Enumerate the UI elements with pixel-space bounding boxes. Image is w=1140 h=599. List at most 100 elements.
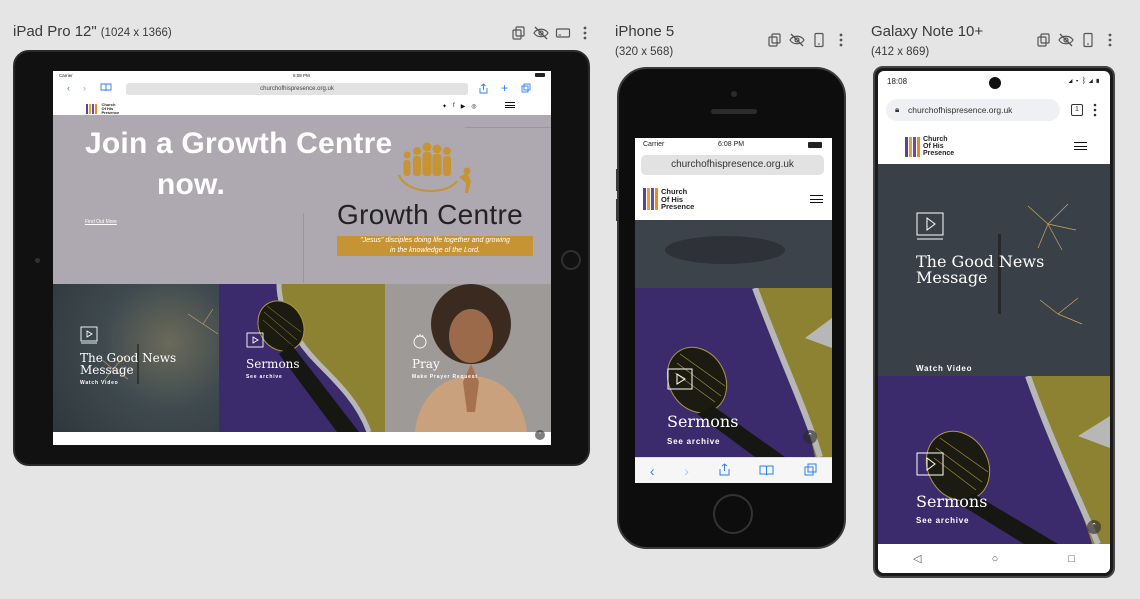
- eye-off-icon[interactable]: [533, 25, 549, 41]
- hero-title: Join a Growth Centre now.: [85, 123, 392, 206]
- speaker-grille: [711, 109, 757, 114]
- carrier-label: Carrier: [59, 73, 73, 78]
- tile-sermons[interactable]: Sermons See archive ⌃: [878, 376, 1110, 544]
- logo-bars-icon: [643, 188, 658, 211]
- video-play-icon: [667, 368, 693, 390]
- tile-subtitle: See archive: [246, 374, 283, 380]
- microphone-image: [925, 376, 1110, 544]
- praying-woman-image: [415, 284, 527, 432]
- tagline-line1: "Jesus" disciples doing life together an…: [360, 237, 510, 244]
- duplicate-icon[interactable]: [767, 32, 783, 48]
- back-icon[interactable]: ‹: [650, 463, 655, 479]
- site-logo[interactable]: Church Of His Presence: [905, 136, 954, 157]
- logo-text: Church Of His Presence: [661, 188, 694, 211]
- tile-subtitle: Make Prayer Request: [412, 374, 478, 380]
- home-icon[interactable]: ○: [992, 553, 999, 565]
- find-out-more-link[interactable]: Find Out More: [85, 219, 117, 225]
- volume-button: [616, 199, 619, 221]
- device-dims: (320 x 568): [615, 46, 674, 58]
- site-header: Church Of His Presence ✦ f ▶ ◎: [53, 97, 551, 115]
- scroll-top-button[interactable]: ⌃: [1087, 520, 1101, 534]
- tile-sermons[interactable]: Sermons See archive: [219, 284, 385, 432]
- forward-icon[interactable]: ›: [83, 83, 86, 93]
- device-name: Galaxy Note 10+: [871, 23, 984, 40]
- status-time: 18:08: [887, 77, 908, 86]
- device-title-galaxy: Galaxy Note 10+: [871, 23, 983, 40]
- duplicate-icon[interactable]: [1036, 32, 1052, 48]
- youtube-icon[interactable]: ▶: [461, 103, 466, 110]
- tile-subtitle: Watch Video: [916, 364, 973, 373]
- tile-subtitle: See archive: [667, 437, 721, 446]
- tabs-icon[interactable]: [804, 463, 817, 479]
- more-vert-icon[interactable]: [1102, 32, 1118, 48]
- ipad-frame: Carrier 6:08 PM ‹ › churchofhispresence.…: [13, 50, 590, 466]
- duplicate-icon[interactable]: [511, 25, 527, 41]
- status-bar: 18:08 ◢▾ᛒ◢▮: [878, 71, 1110, 93]
- safari-toolbar: ‹ ›: [635, 457, 832, 483]
- bookmarks-icon[interactable]: [759, 463, 774, 479]
- rotate-portrait-icon[interactable]: [811, 32, 827, 48]
- tab-count-button[interactable]: 1: [1071, 104, 1083, 116]
- tile-good-news[interactable]: The Good News Message Watch Video: [53, 284, 219, 432]
- logo-line: Presence: [661, 202, 695, 211]
- tabs-icon[interactable]: [521, 83, 531, 95]
- rotate-landscape-icon[interactable]: [555, 25, 571, 41]
- menu-icon[interactable]: [1074, 142, 1087, 150]
- tile-sermons[interactable]: Sermons See archive ⌃: [635, 288, 832, 457]
- tile-good-news[interactable]: The Good News Message Watch Video: [878, 164, 1110, 376]
- recents-icon[interactable]: □: [1068, 553, 1075, 565]
- growth-centre-tagline: "Jesus" disciples doing life together an…: [337, 236, 533, 256]
- share-icon[interactable]: [479, 83, 488, 96]
- carrier-label: Carrier: [643, 141, 665, 148]
- microphone-image: [257, 284, 385, 432]
- tile-title: Sermons: [246, 357, 300, 371]
- add-tab-icon[interactable]: +: [501, 82, 508, 94]
- more-vert-icon[interactable]: [577, 25, 593, 41]
- divider: [303, 213, 304, 283]
- back-icon[interactable]: ◁: [913, 552, 921, 565]
- menu-icon[interactable]: [810, 195, 823, 203]
- tile-title: Sermons: [667, 412, 739, 431]
- page-footer: ⌃: [53, 430, 551, 445]
- share-icon[interactable]: [719, 462, 730, 479]
- growth-centre-title: Growth Centre: [337, 199, 523, 230]
- tile-pray[interactable]: Pray Make Prayer Request: [385, 284, 551, 432]
- site-logo[interactable]: Church Of His Presence: [643, 188, 694, 211]
- rotate-portrait-icon[interactable]: [1080, 32, 1096, 48]
- eye-off-icon[interactable]: [789, 32, 805, 48]
- volume-button: [616, 169, 619, 191]
- home-button[interactable]: [561, 250, 581, 270]
- device-toolbar-ipad: [511, 25, 593, 41]
- logo-bars-icon: [86, 103, 97, 114]
- signal-icon: ◢: [1067, 76, 1075, 85]
- url-bar[interactable]: churchofhispresence.org.uk: [641, 155, 824, 175]
- more-vert-icon[interactable]: [1092, 103, 1098, 122]
- facebook-icon[interactable]: f: [453, 103, 455, 110]
- forward-icon[interactable]: ›: [684, 463, 689, 479]
- scroll-top-button[interactable]: ⌃: [803, 430, 817, 444]
- lock-icon: 🔒︎: [895, 105, 900, 114]
- logo-bars-icon: [905, 136, 920, 157]
- url-bar[interactable]: churchofhispresence.org.uk: [126, 83, 468, 95]
- galaxy-screen: 18:08 ◢▾ᛒ◢▮ 🔒︎ churchofhispresence.org.u…: [878, 71, 1110, 573]
- back-icon[interactable]: ‹: [67, 83, 70, 93]
- browser-toolbar: ‹ › churchofhispresence.org.uk +: [53, 80, 551, 96]
- logo-line: Presence: [923, 150, 955, 157]
- scroll-top-button[interactable]: ⌃: [535, 430, 545, 440]
- url-bar[interactable]: 🔒︎ churchofhispresence.org.uk: [886, 99, 1060, 121]
- hero-banner: Join a Growth Centre now. Find Out More: [53, 115, 551, 284]
- tile-title: The Good News Message: [80, 351, 177, 377]
- menu-icon[interactable]: [505, 102, 515, 108]
- more-vert-icon[interactable]: [833, 32, 849, 48]
- url-text: churchofhispresence.org.uk: [908, 105, 1013, 115]
- status-bar: Carrier 6:08 PM: [635, 138, 832, 152]
- tile-title: Sermons: [916, 492, 988, 511]
- home-button[interactable]: [713, 494, 753, 534]
- social-links: ✦ f ▶ ◎: [442, 103, 477, 110]
- bookmarks-icon[interactable]: [100, 83, 112, 94]
- device-title-iphone: iPhone 5: [615, 23, 674, 40]
- video-play-icon: [916, 212, 944, 240]
- eye-off-icon[interactable]: [1058, 32, 1074, 48]
- twitter-icon[interactable]: ✦: [442, 103, 447, 110]
- instagram-icon[interactable]: ◎: [471, 103, 476, 110]
